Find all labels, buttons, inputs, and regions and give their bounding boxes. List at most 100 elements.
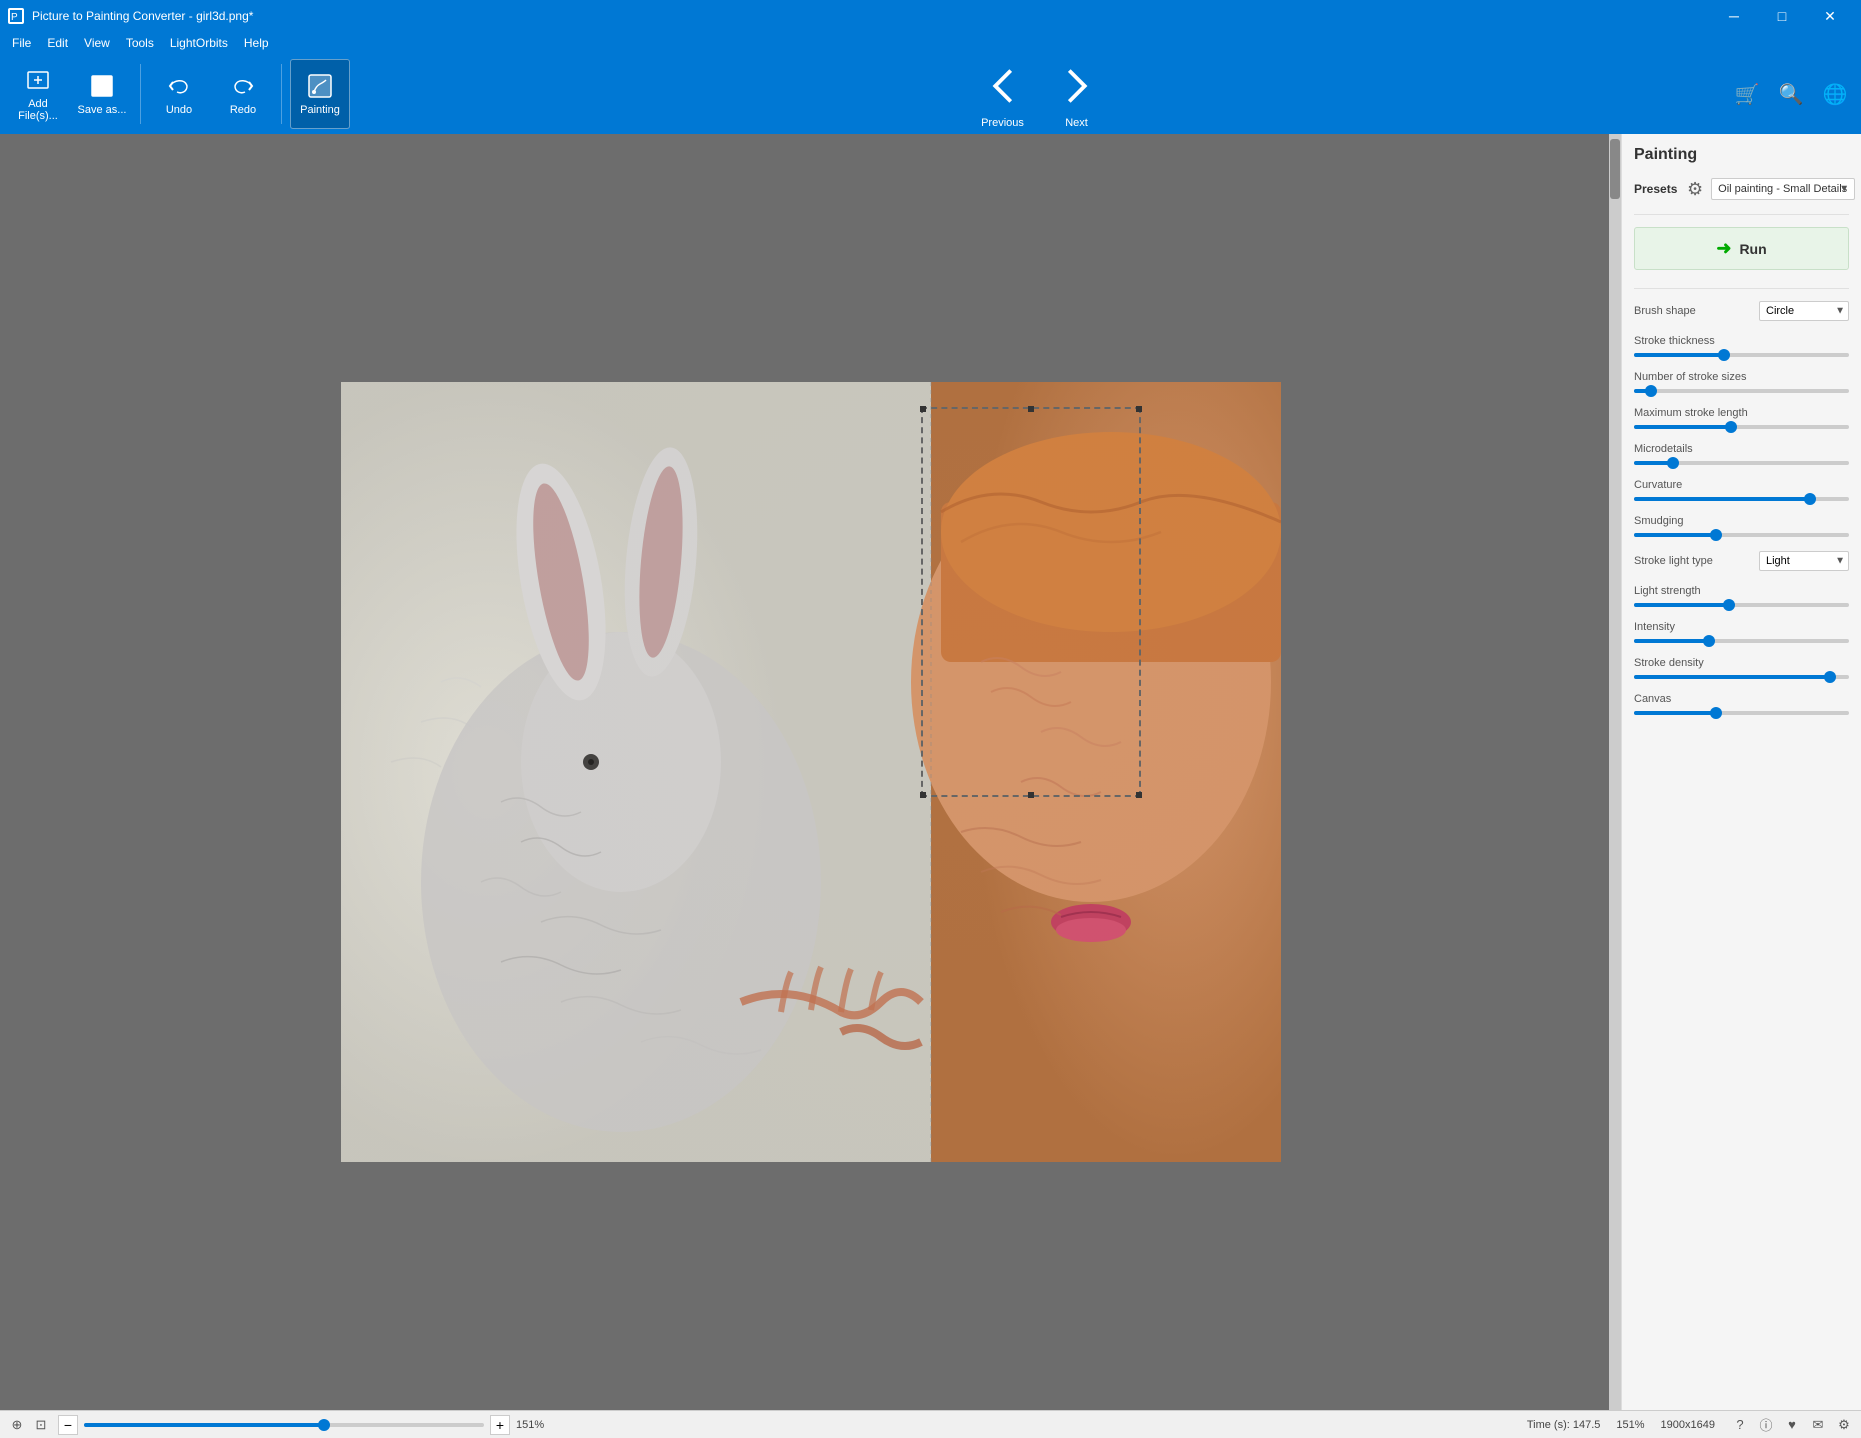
toolbar: Add File(s)... Save as... Undo Redo: [0, 54, 1861, 134]
run-label: Run: [1739, 241, 1766, 257]
run-arrow-icon: ➜: [1716, 238, 1731, 259]
number-stroke-sizes-slider[interactable]: [1634, 389, 1849, 393]
curvature-thumb[interactable]: [1804, 493, 1816, 505]
light-strength-fill: [1634, 603, 1729, 607]
next-label: Next: [1065, 117, 1088, 129]
heart-icon[interactable]: ♥: [1783, 1416, 1801, 1434]
smudging-thumb[interactable]: [1710, 529, 1722, 541]
presets-select[interactable]: Oil painting - Small Details Oil paintin…: [1711, 178, 1855, 200]
menu-edit[interactable]: Edit: [39, 34, 76, 52]
help-icon[interactable]: ?: [1731, 1416, 1749, 1434]
painting-label: Painting: [300, 104, 340, 116]
canvas-control: Canvas: [1634, 693, 1849, 715]
microdetails-slider[interactable]: [1634, 461, 1849, 465]
right-panel: Painting Presets ⚙ Oil painting - Small …: [1621, 134, 1861, 1410]
stroke-thickness-slider[interactable]: [1634, 353, 1849, 357]
info-icon[interactable]: ⓘ: [1757, 1416, 1775, 1434]
presets-row: Presets ⚙ Oil painting - Small Details O…: [1634, 178, 1849, 200]
mail-icon[interactable]: ✉: [1809, 1416, 1827, 1434]
title-bar: P Picture to Painting Converter - girl3d…: [0, 0, 1861, 32]
add-files-button[interactable]: Add File(s)...: [8, 59, 68, 129]
canvas-scrollbar-v-thumb[interactable]: [1610, 139, 1620, 199]
canvas-slider[interactable]: [1634, 711, 1849, 715]
intensity-fill: [1634, 639, 1709, 643]
add-files-icon: [24, 66, 52, 94]
next-button[interactable]: Next: [1042, 59, 1112, 129]
menu-file[interactable]: File: [4, 34, 39, 52]
zoom-in-button[interactable]: +: [490, 1415, 510, 1435]
max-stroke-length-slider[interactable]: [1634, 425, 1849, 429]
intensity-label: Intensity: [1634, 621, 1849, 633]
search-icon[interactable]: 🔍: [1773, 76, 1809, 112]
zoom-slider[interactable]: [84, 1423, 484, 1427]
menu-help[interactable]: Help: [236, 34, 277, 52]
title-bar-controls: ─ □ ✕: [1711, 0, 1853, 32]
undo-button[interactable]: Undo: [149, 59, 209, 129]
status-icons: ? ⓘ ♥ ✉ ⚙: [1731, 1416, 1853, 1434]
toolbar-sep-2: [281, 64, 282, 124]
number-stroke-sizes-control: Number of stroke sizes: [1634, 371, 1849, 393]
max-stroke-length-control: Maximum stroke length: [1634, 407, 1849, 429]
menu-tools[interactable]: Tools: [118, 34, 162, 52]
smudging-slider[interactable]: [1634, 533, 1849, 537]
stroke-density-thumb[interactable]: [1824, 671, 1836, 683]
sphere-icon[interactable]: 🌐: [1817, 76, 1853, 112]
save-as-button[interactable]: Save as...: [72, 59, 132, 129]
settings-icon[interactable]: ⚙: [1835, 1416, 1853, 1434]
stroke-thickness-control: Stroke thickness: [1634, 335, 1849, 357]
close-button[interactable]: ✕: [1807, 0, 1853, 32]
minimize-button[interactable]: ─: [1711, 0, 1757, 32]
smudging-label: Smudging: [1634, 515, 1849, 527]
zoom-actual-icon[interactable]: ⊡: [32, 1416, 50, 1434]
stroke-density-label: Stroke density: [1634, 657, 1849, 669]
app-icon: P: [8, 8, 24, 24]
curvature-slider[interactable]: [1634, 497, 1849, 501]
stroke-thickness-label: Stroke thickness: [1634, 335, 1849, 347]
zoom-fit-icon[interactable]: ⊕: [8, 1416, 26, 1434]
microdetails-thumb[interactable]: [1667, 457, 1679, 469]
redo-button[interactable]: Redo: [213, 59, 273, 129]
max-stroke-length-thumb[interactable]: [1725, 421, 1737, 433]
light-strength-thumb[interactable]: [1723, 599, 1735, 611]
brush-shape-row: Brush shape Circle Square Diamond ▼: [1634, 301, 1849, 321]
intensity-slider[interactable]: [1634, 639, 1849, 643]
menu-lightorbits[interactable]: LightOrbits: [162, 34, 236, 52]
canvas-thumb[interactable]: [1710, 707, 1722, 719]
number-stroke-sizes-thumb[interactable]: [1645, 385, 1657, 397]
divider-1: [1634, 214, 1849, 215]
brush-shape-select[interactable]: Circle Square Diamond: [1759, 301, 1849, 321]
run-button[interactable]: ➜ Run: [1634, 227, 1849, 270]
stroke-thickness-fill: [1634, 353, 1724, 357]
zoom-out-button[interactable]: −: [58, 1415, 78, 1435]
light-strength-slider[interactable]: [1634, 603, 1849, 607]
microdetails-control: Microdetails: [1634, 443, 1849, 465]
painting-canvas: [341, 382, 1281, 1162]
image-container: [341, 382, 1281, 1162]
dimensions-label: 1900x1649: [1661, 1419, 1715, 1431]
stroke-density-fill: [1634, 675, 1830, 679]
status-left: ⊕ ⊡: [8, 1416, 50, 1434]
canvas-scrollbar-v[interactable]: [1609, 134, 1621, 1410]
canvas-label: Canvas: [1634, 693, 1849, 705]
light-strength-label: Light strength: [1634, 585, 1849, 597]
canvas-area[interactable]: [0, 134, 1621, 1410]
zoom-slider-thumb[interactable]: [318, 1419, 330, 1431]
cart-icon[interactable]: 🛒: [1729, 76, 1765, 112]
toolbar-right: 🛒 🔍 🌐: [1729, 76, 1853, 112]
painting-button[interactable]: Painting: [290, 59, 350, 129]
panel-title: Painting: [1634, 146, 1849, 164]
undo-label: Undo: [166, 104, 192, 116]
intensity-thumb[interactable]: [1703, 635, 1715, 647]
intensity-control: Intensity: [1634, 621, 1849, 643]
brush-shape-select-wrapper: Circle Square Diamond ▼: [1759, 301, 1849, 321]
add-files-label: Add File(s)...: [8, 98, 68, 122]
stroke-light-type-select[interactable]: Light None Strong: [1759, 551, 1849, 571]
maximize-button[interactable]: □: [1759, 0, 1805, 32]
previous-button[interactable]: Previous: [968, 59, 1038, 129]
stroke-thickness-thumb[interactable]: [1718, 349, 1730, 361]
menu-view[interactable]: View: [76, 34, 118, 52]
time-label: Time (s): 147.5: [1527, 1419, 1601, 1431]
stroke-density-slider[interactable]: [1634, 675, 1849, 679]
save-as-label: Save as...: [78, 104, 127, 116]
previous-icon: [976, 59, 1030, 113]
